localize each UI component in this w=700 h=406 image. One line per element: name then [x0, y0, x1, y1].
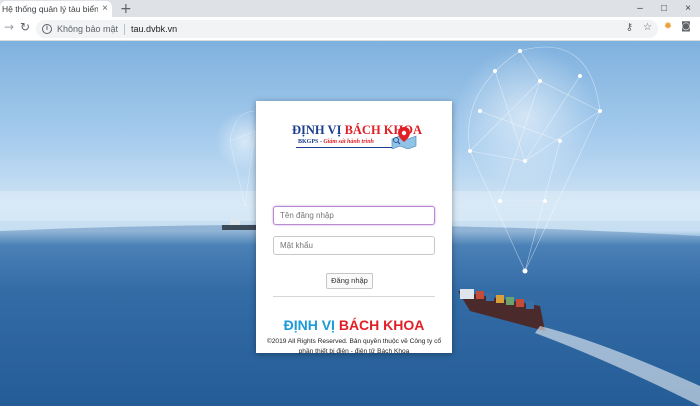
password-input[interactable] — [273, 236, 435, 255]
tab-title: Hệ thống quản lý tàu biển Bách K — [2, 4, 98, 14]
url-text[interactable]: tau.dvbk.vn — [131, 24, 177, 34]
browser-tab[interactable]: Hệ thống quản lý tàu biển Bách K × — [0, 1, 112, 17]
browser-toolbar: → ↻ i Không bảo mật tau.dvbk.vn ⚷ ☆ ✹ ◙ — [0, 17, 700, 41]
camera-icon[interactable]: ◙ — [680, 21, 692, 33]
brand-name: ĐỊNH VỊ BÁCH KHOA — [283, 317, 425, 333]
window-minimize-button[interactable]: – — [628, 0, 652, 17]
map-pin-icon — [391, 127, 417, 149]
insecure-label: Không bảo mật — [57, 24, 119, 34]
tab-strip: Hệ thống quản lý tàu biển Bách K × + – □… — [0, 0, 700, 17]
new-tab-button[interactable]: + — [120, 1, 132, 17]
reload-icon[interactable]: ↻ — [20, 20, 30, 34]
tab-close-icon[interactable]: × — [102, 3, 108, 14]
card-divider — [273, 296, 435, 297]
username-input[interactable] — [273, 206, 435, 225]
extension-gear-icon[interactable]: ✹ — [662, 21, 674, 33]
copyright-text: ©2019 All Rights Reserved. Bản quyền thu… — [266, 338, 442, 355]
info-icon[interactable]: i — [42, 24, 52, 34]
address-separator — [124, 23, 126, 35]
forward-arrow-icon[interactable]: → — [4, 20, 14, 34]
logo-subtitle: BKGPS - Giám sát hành trình — [298, 139, 374, 145]
login-card: ĐỊNH VỊ BÁCH KHOA BKGPS - Giám sát hành … — [256, 101, 452, 355]
login-button[interactable]: Đăng nhập — [326, 273, 373, 289]
page-background: ĐỊNH VỊ BÁCH KHOA BKGPS - Giám sát hành … — [0, 41, 700, 406]
key-icon[interactable]: ⚷ — [626, 22, 633, 33]
bkgps-logo: ĐỊNH VỊ BÁCH KHOA BKGPS - Giám sát hành … — [286, 121, 426, 155]
star-icon[interactable]: ☆ — [643, 22, 652, 33]
window-close-button[interactable]: × — [676, 0, 700, 17]
distant-ship-left — [222, 220, 256, 230]
logo-underline — [296, 147, 392, 148]
window-maximize-button[interactable]: □ — [652, 0, 676, 17]
address-bar[interactable]: i Không bảo mật tau.dvbk.vn ⚷ ☆ — [36, 20, 658, 38]
